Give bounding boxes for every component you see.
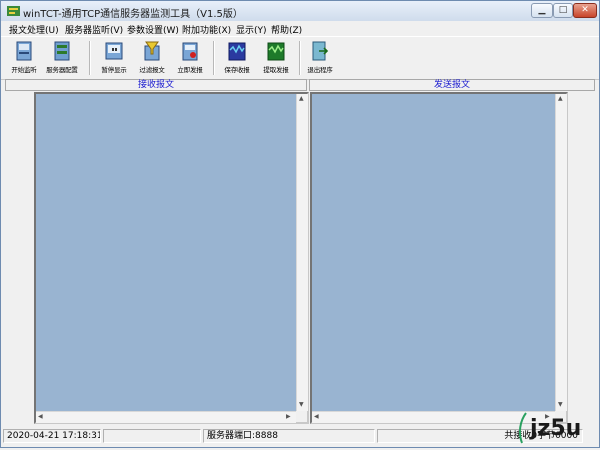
extract-send-icon <box>267 42 285 61</box>
server-config-button[interactable]: 服务器配置 <box>42 40 82 78</box>
window-title: winTCT-通用TCP通信服务器监测工具（V1.5版） <box>23 9 243 20</box>
send-now-button[interactable]: 立即发报 <box>170 40 210 78</box>
watermark-logo: jz5u <box>516 403 596 447</box>
receive-message-area[interactable] <box>36 94 296 411</box>
filter-icon <box>144 41 160 61</box>
menu-message-processing[interactable]: 报文处理(U) <box>9 23 59 36</box>
menu-bar: 报文处理(U) 服务器监听(V) 参数设置(W) 附加功能(X) 显示(Y) 帮… <box>1 21 599 36</box>
app-window: winTCT-通用TCP通信服务器监测工具（V1.5版） ▁ □ ✕ 报文处理(… <box>0 0 600 448</box>
toolbar: 开始监听 服务器配置 暂停显示 过滤报文 立即发报 保存收报 提取发报 退出程序 <box>1 36 599 80</box>
title-bar[interactable]: winTCT-通用TCP通信服务器监测工具（V1.5版） ▁ □ ✕ <box>1 1 599 21</box>
exit-icon <box>312 41 329 61</box>
exit-button[interactable]: 退出程序 <box>300 40 340 78</box>
save-received-button[interactable]: 保存收报 <box>217 40 257 78</box>
scroll-left-icon[interactable]: ◀ <box>38 413 43 421</box>
receive-message-pane[interactable]: ▲ ▼ ◀ ▶ <box>34 92 309 424</box>
menu-display[interactable]: 显示(Y) <box>236 23 267 36</box>
receive-vertical-scrollbar[interactable]: ▲ ▼ <box>296 94 308 411</box>
send-now-icon <box>182 42 198 61</box>
pause-display-icon <box>105 42 123 60</box>
close-button[interactable]: ✕ <box>573 3 597 18</box>
send-vertical-scrollbar[interactable]: ▲ ▼ <box>555 94 567 411</box>
menu-parameter-settings[interactable]: 参数设置(W) <box>127 23 179 36</box>
extract-send-button[interactable]: 提取发报 <box>256 40 296 78</box>
status-empty <box>103 429 201 443</box>
status-datetime: 2020-04-21 17:18:31 <box>3 429 101 443</box>
server-config-icon <box>54 41 70 61</box>
start-listen-icon <box>16 41 32 61</box>
send-message-pane[interactable]: ▲ ▼ ◀ ▶ <box>310 92 568 424</box>
menu-help[interactable]: 帮助(Z) <box>271 23 302 36</box>
close-icon: ✕ <box>581 5 589 15</box>
receive-panel-header: 接收报文 <box>5 79 307 91</box>
minimize-button[interactable]: ▁ <box>531 3 553 18</box>
menu-extra-functions[interactable]: 附加功能(X) <box>182 23 231 36</box>
scroll-right-icon[interactable]: ▶ <box>286 413 291 421</box>
maximize-icon: □ <box>558 5 568 15</box>
status-bar: 2020-04-21 17:18:31 服务器端口:8888 共接收0字节000… <box>1 427 599 447</box>
toolbar-separator <box>89 41 91 75</box>
send-panel-header: 发送报文 <box>309 79 595 91</box>
save-received-icon <box>228 42 246 61</box>
menu-server-listen[interactable]: 服务器监听(V) <box>65 23 123 36</box>
scroll-left-icon[interactable]: ◀ <box>314 413 319 421</box>
toolbar-separator <box>213 41 215 75</box>
maximize-button[interactable]: □ <box>553 3 573 18</box>
status-server-port: 服务器端口:8888 <box>203 429 375 443</box>
start-listen-button[interactable]: 开始监听 <box>4 40 44 78</box>
filter-button[interactable]: 过滤报文 <box>132 40 172 78</box>
svg-text:jz5u: jz5u <box>529 416 581 441</box>
receive-horizontal-scrollbar[interactable]: ◀ ▶ <box>36 411 296 423</box>
scroll-down-icon[interactable]: ▼ <box>299 401 304 409</box>
scroll-up-icon[interactable]: ▲ <box>558 95 563 103</box>
app-icon <box>7 6 20 16</box>
send-message-area[interactable] <box>312 94 555 411</box>
watermark-icon: jz5u <box>518 412 581 444</box>
minimize-icon: ▁ <box>538 5 546 15</box>
pause-display-button[interactable]: 暂停显示 <box>94 40 134 78</box>
scroll-up-icon[interactable]: ▲ <box>299 95 304 103</box>
